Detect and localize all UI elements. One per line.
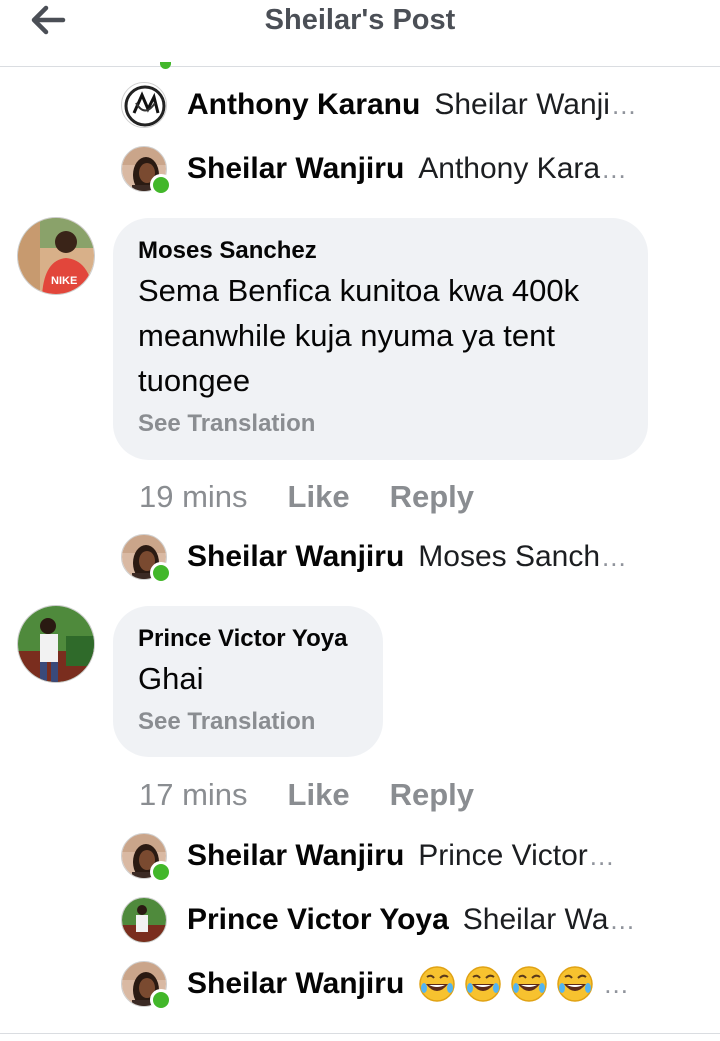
ellipsis: ... bbox=[611, 89, 637, 120]
reply-preview[interactable]: Anthony Karanu Sheilar Wanji ... bbox=[121, 81, 681, 129]
rofl-emoji-icon bbox=[418, 965, 456, 1003]
rofl-emoji-icon bbox=[556, 965, 594, 1003]
reply-author[interactable]: Anthony Karanu bbox=[187, 88, 420, 122]
reply-snippet: Sheilar Wa bbox=[462, 903, 609, 936]
avatar[interactable] bbox=[121, 82, 167, 128]
see-translation-link[interactable]: See Translation bbox=[138, 409, 622, 439]
ellipsis: ... bbox=[602, 153, 627, 184]
reply-preview[interactable]: Sheilar Wanjiru Prince Victor ... bbox=[121, 832, 681, 883]
reply-snippet: Moses Sanch bbox=[418, 540, 601, 573]
comment-author[interactable]: Prince Victor Yoya bbox=[138, 624, 357, 654]
avatar[interactable] bbox=[121, 833, 172, 883]
online-indicator bbox=[150, 174, 172, 196]
reply-snippet: Anthony Kara bbox=[418, 152, 601, 185]
rofl-emoji-icon bbox=[464, 965, 502, 1003]
reply-button[interactable]: Reply bbox=[390, 479, 474, 515]
comment-bubble[interactable]: Moses Sanchez Sema Benfica kunitoa kwa 4… bbox=[113, 218, 648, 460]
reply-snippet bbox=[418, 965, 602, 1003]
comment-line: tuongee bbox=[138, 363, 251, 398]
comment-bubble[interactable]: Prince Victor Yoya Ghai See Translation bbox=[113, 606, 383, 757]
reply-author[interactable]: Sheilar Wanjiru bbox=[187, 967, 404, 1001]
online-indicator bbox=[150, 861, 172, 883]
ellipsis: ... bbox=[604, 968, 629, 999]
timestamp: 17 mins bbox=[139, 777, 248, 812]
like-button[interactable]: Like bbox=[288, 777, 350, 813]
comment-author[interactable]: Moses Sanchez bbox=[138, 236, 622, 266]
reply-author[interactable]: Sheilar Wanjiru bbox=[187, 839, 404, 873]
page-title: Sheilar's Post bbox=[264, 4, 456, 36]
reply-author[interactable]: Sheilar Wanjiru bbox=[187, 540, 404, 574]
ellipsis: ... bbox=[589, 840, 615, 871]
avatar[interactable] bbox=[121, 897, 167, 943]
ellipsis: ... bbox=[602, 541, 627, 572]
avatar[interactable] bbox=[121, 146, 172, 196]
reply-preview[interactable]: Prince Victor Yoya Sheilar Wa ... bbox=[121, 896, 681, 944]
avatar[interactable] bbox=[121, 961, 172, 1011]
rofl-emoji-icon bbox=[510, 965, 548, 1003]
comment-actions: 17 mins Like Reply bbox=[139, 775, 514, 815]
timestamp: 19 mins bbox=[139, 479, 248, 514]
reply-author[interactable]: Prince Victor Yoya bbox=[187, 903, 449, 937]
comment-text: Ghai bbox=[138, 656, 357, 701]
reply-author[interactable]: Sheilar Wanjiru bbox=[187, 152, 404, 186]
reply-snippet: Prince Victor bbox=[418, 839, 588, 872]
see-translation-link[interactable]: See Translation bbox=[138, 707, 357, 737]
divider bbox=[0, 1033, 720, 1034]
like-button[interactable]: Like bbox=[288, 479, 350, 515]
online-indicator bbox=[150, 562, 172, 584]
comment-line: meanwhile kuja nyuma ya tent bbox=[138, 318, 556, 353]
avatar[interactable] bbox=[17, 605, 95, 683]
top-app-bar: Sheilar's Post bbox=[0, 0, 720, 67]
online-indicator bbox=[160, 62, 171, 69]
comment-text: Sema Benfica kunitoa kwa 400k meanwhile … bbox=[138, 268, 622, 403]
online-indicator bbox=[150, 989, 172, 1011]
avatar[interactable] bbox=[17, 217, 95, 295]
reply-snippet: Sheilar Wanji bbox=[434, 88, 610, 121]
comment-actions: 19 mins Like Reply bbox=[139, 477, 514, 517]
comment-line: Sema Benfica kunitoa kwa 400k bbox=[138, 273, 580, 308]
ellipsis: ... bbox=[610, 904, 636, 935]
reply-button[interactable]: Reply bbox=[390, 777, 474, 813]
reply-preview[interactable]: Sheilar Wanjiru ... bbox=[121, 960, 681, 1011]
reply-preview[interactable]: Sheilar Wanjiru Moses Sanch ... bbox=[121, 533, 681, 584]
avatar[interactable] bbox=[121, 534, 172, 584]
comment-line: Ghai bbox=[138, 661, 204, 696]
reply-preview[interactable]: Sheilar Wanjiru Anthony Kara ... bbox=[121, 145, 681, 196]
